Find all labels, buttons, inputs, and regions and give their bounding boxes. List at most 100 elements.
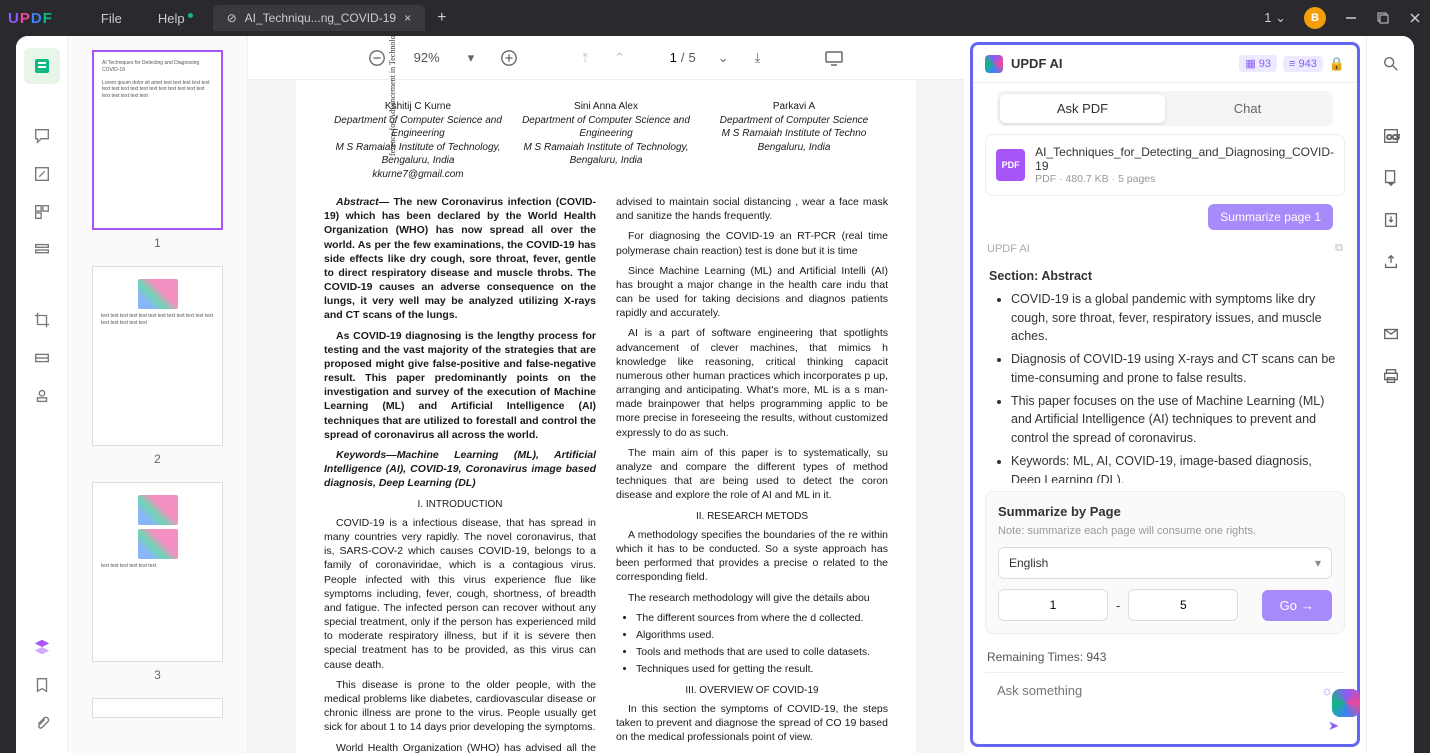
ai-logo-icon [985, 55, 1003, 73]
ai-response: Section: Abstract COVID-19 is a global p… [973, 255, 1357, 483]
ask-input[interactable] [997, 683, 1321, 698]
redact-tool-icon[interactable] [24, 340, 60, 376]
menu-file[interactable]: File [83, 11, 140, 26]
page-from-input[interactable] [998, 589, 1108, 621]
ai-panel: UPDF AI ▦ 93 ≡ 943 🔒 Ask PDF Chat PDF AI… [970, 42, 1360, 747]
reader-tool-icon[interactable] [24, 48, 60, 84]
file-name: AI_Techniques_for_Detecting_and_Diagnosi… [1035, 145, 1334, 173]
bullet: Diagnosis of COVID-19 using X-rays and C… [1011, 350, 1341, 388]
edit-tool-icon[interactable] [24, 156, 60, 192]
close-icon[interactable] [1408, 11, 1422, 25]
ai-sender-label: UPDF AI⧉ [973, 242, 1357, 255]
page-thumbnail-4[interactable] [92, 698, 223, 718]
tab-file-icon: ⊘ [227, 11, 237, 25]
form-tool-icon[interactable] [24, 232, 60, 268]
language-select[interactable]: English▾ [998, 547, 1332, 579]
document-area: 92% ▾ ⤒ ⌃ /5 ⌄ ⤓ ference for Advancement… [248, 36, 964, 753]
search-icon[interactable] [1375, 48, 1407, 80]
ai-float-icon[interactable] [1332, 689, 1360, 717]
maximize-icon[interactable] [1376, 11, 1390, 25]
citation-sidebar: ference for Advancement in Technology (I… [388, 80, 397, 156]
comment-tool-icon[interactable] [24, 118, 60, 154]
ai-header: UPDF AI ▦ 93 ≡ 943 🔒 [973, 45, 1357, 83]
document-toolbar: 92% ▾ ⤒ ⌃ /5 ⌄ ⤓ [248, 36, 964, 80]
author-block: Kshitij C KurneDepartment of Computer Sc… [324, 100, 512, 181]
menu-help-label: Help [158, 11, 185, 26]
crop-tool-icon[interactable] [24, 302, 60, 338]
page-viewport[interactable]: ference for Advancement in Technology (I… [248, 80, 964, 753]
account-count[interactable]: 1 ⌄ [1264, 10, 1286, 26]
zoom-in-icon[interactable] [496, 45, 522, 71]
thumbnail-panel: AI Techniques for Detecting and Diagnosi… [68, 36, 248, 753]
ai-tabs: Ask PDF Chat [997, 91, 1333, 126]
zoom-level[interactable]: 92% [408, 50, 446, 65]
app-logo: UPDF [8, 10, 53, 27]
print-icon[interactable] [1375, 360, 1407, 392]
author-block: Parkavi ADepartment of Computer ScienceM… [700, 100, 888, 181]
bullet: This paper focuses on the use of Machine… [1011, 392, 1341, 448]
last-page-icon[interactable]: ⤓ [751, 46, 765, 70]
right-toolbar: OCR [1366, 36, 1414, 753]
ocr-icon[interactable]: OCR [1375, 120, 1407, 152]
copy-icon[interactable]: ⧉ [1335, 242, 1343, 255]
chevron-down-icon: ▾ [1315, 556, 1321, 570]
thumb-label: 2 [92, 452, 223, 466]
organize-tool-icon[interactable] [24, 194, 60, 230]
tab-ask-pdf[interactable]: Ask PDF [1000, 94, 1165, 123]
credit-badge[interactable]: ≡ 943 [1283, 56, 1323, 72]
workspace: AI Techniques for Detecting and Diagnosi… [16, 36, 1414, 753]
user-prompt-chip: Summarize page 1 [1208, 204, 1333, 230]
tab-chat[interactable]: Chat [1165, 94, 1330, 123]
new-tab-button[interactable]: + [437, 9, 446, 27]
bookmark-icon[interactable] [24, 667, 60, 703]
summarize-title: Summarize by Page [998, 504, 1332, 519]
titlebar: UPDF File Help ⊘ AI_Techniqu...ng_COVID-… [0, 0, 1430, 36]
bullet: COVID-19 is a global pandemic with sympt… [1011, 290, 1341, 346]
presentation-icon[interactable] [820, 46, 848, 70]
zoom-dropdown-icon[interactable]: ▾ [464, 46, 479, 70]
remaining-times: Remaining Times: 943 [987, 650, 1343, 664]
zoom-out-icon[interactable] [364, 45, 390, 71]
thumb-label: 3 [92, 668, 223, 682]
file-meta: PDF · 480.7 KB · 5 pages [1035, 173, 1334, 185]
page-thumbnail-3[interactable]: text text text text text text [92, 482, 223, 662]
page-thumbnail-2[interactable]: text text text text text text text text … [92, 266, 223, 446]
credit-badge[interactable]: ▦ 93 [1239, 55, 1277, 72]
file-card: PDF AI_Techniques_for_Detecting_and_Diag… [985, 134, 1345, 196]
pdf-page: Kshitij C KurneDepartment of Computer Sc… [296, 80, 916, 753]
page-total: 5 [688, 50, 695, 65]
page-indicator: /5 [647, 50, 696, 65]
pdf-file-icon: PDF [996, 149, 1025, 181]
prev-page-icon[interactable]: ⌃ [610, 46, 629, 70]
ai-title: UPDF AI [1011, 56, 1063, 71]
go-button[interactable]: Go → [1262, 590, 1332, 621]
summarize-box: Summarize by Page Note: summarize each p… [985, 491, 1345, 634]
svg-text:OCR: OCR [1386, 133, 1400, 142]
send-icon[interactable]: ➤ [1328, 718, 1339, 733]
range-dash: - [1116, 598, 1120, 613]
stamp-tool-icon[interactable] [24, 378, 60, 414]
page-thumbnail-1[interactable]: AI Techniques for Detecting and Diagnosi… [92, 50, 223, 230]
tab-label: AI_Techniqu...ng_COVID-19 [245, 11, 396, 25]
convert-icon[interactable] [1375, 162, 1407, 194]
page-input[interactable] [647, 50, 677, 65]
user-avatar[interactable]: B [1304, 7, 1326, 29]
export-icon[interactable] [1375, 204, 1407, 236]
lock-icon[interactable]: 🔒 [1329, 56, 1345, 72]
share-icon[interactable] [1375, 246, 1407, 278]
bullet: Keywords: ML, AI, COVID-19, image-based … [1011, 452, 1341, 483]
summarize-note: Note: summarize each page will consume o… [998, 525, 1332, 537]
menu-help[interactable]: Help [140, 11, 203, 26]
layers-icon[interactable] [24, 629, 60, 665]
tab-close-icon[interactable]: × [404, 11, 411, 25]
minimize-icon[interactable] [1344, 11, 1358, 25]
response-section: Section: Abstract [989, 267, 1341, 286]
document-tab[interactable]: ⊘ AI_Techniqu...ng_COVID-19 × [213, 5, 426, 31]
author-block: Sini Anna AlexDepartment of Computer Sci… [512, 100, 700, 181]
email-icon[interactable] [1375, 318, 1407, 350]
attachment-icon[interactable] [24, 705, 60, 741]
first-page-icon[interactable]: ⤒ [578, 46, 592, 70]
ask-row: ☼ [985, 672, 1345, 708]
page-to-input[interactable] [1128, 589, 1238, 621]
next-page-icon[interactable]: ⌄ [714, 46, 733, 70]
